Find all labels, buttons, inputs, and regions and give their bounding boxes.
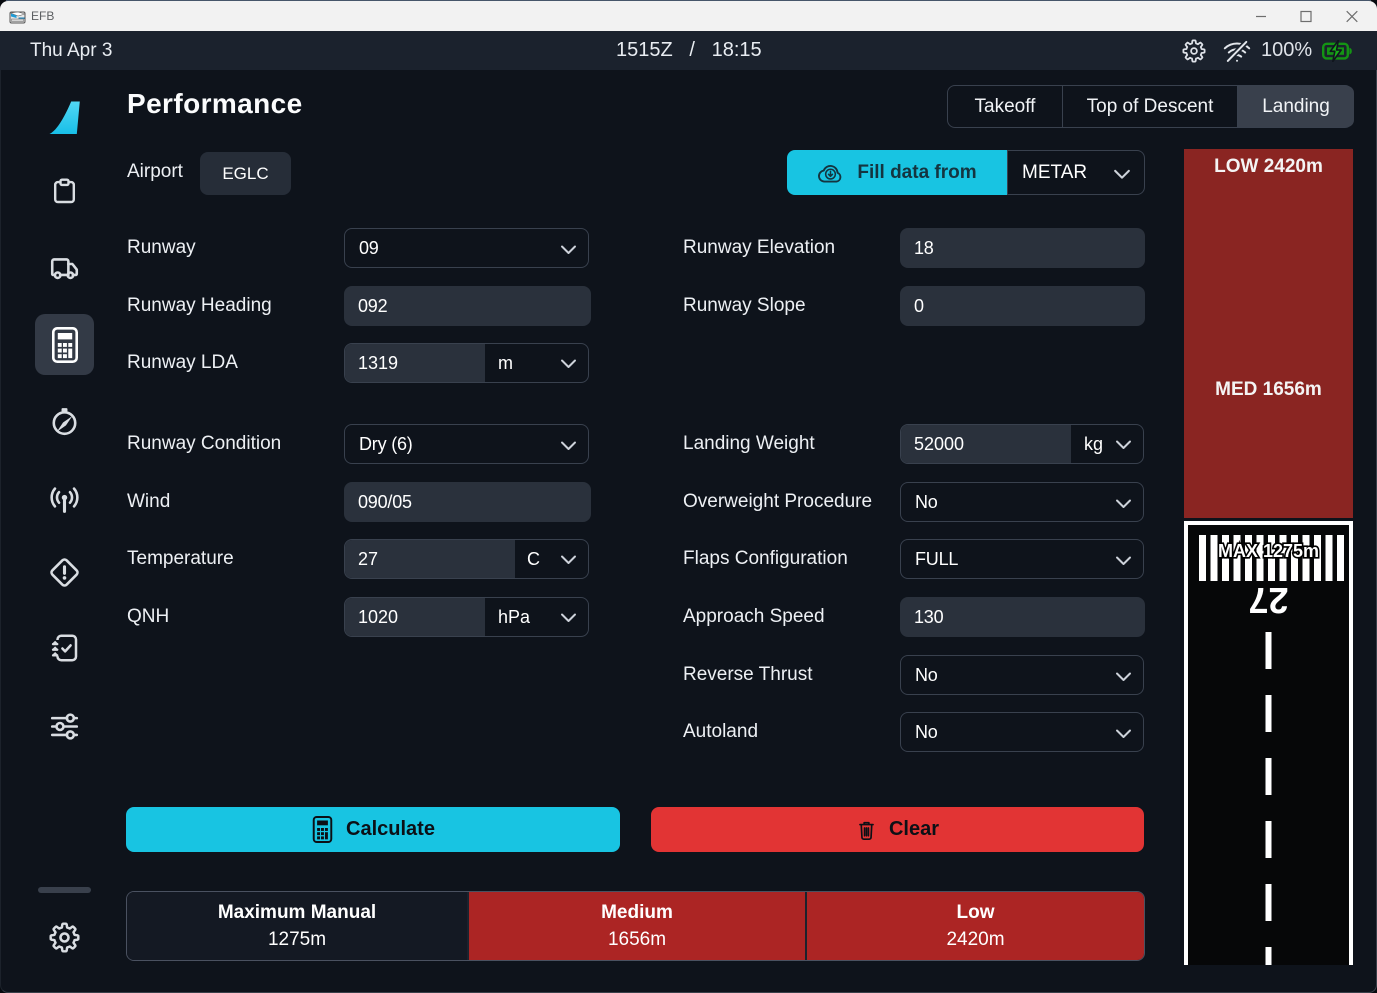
svg-text:MAX 1275m: MAX 1275m — [1218, 541, 1319, 561]
svg-text:27: 27 — [1248, 580, 1288, 621]
